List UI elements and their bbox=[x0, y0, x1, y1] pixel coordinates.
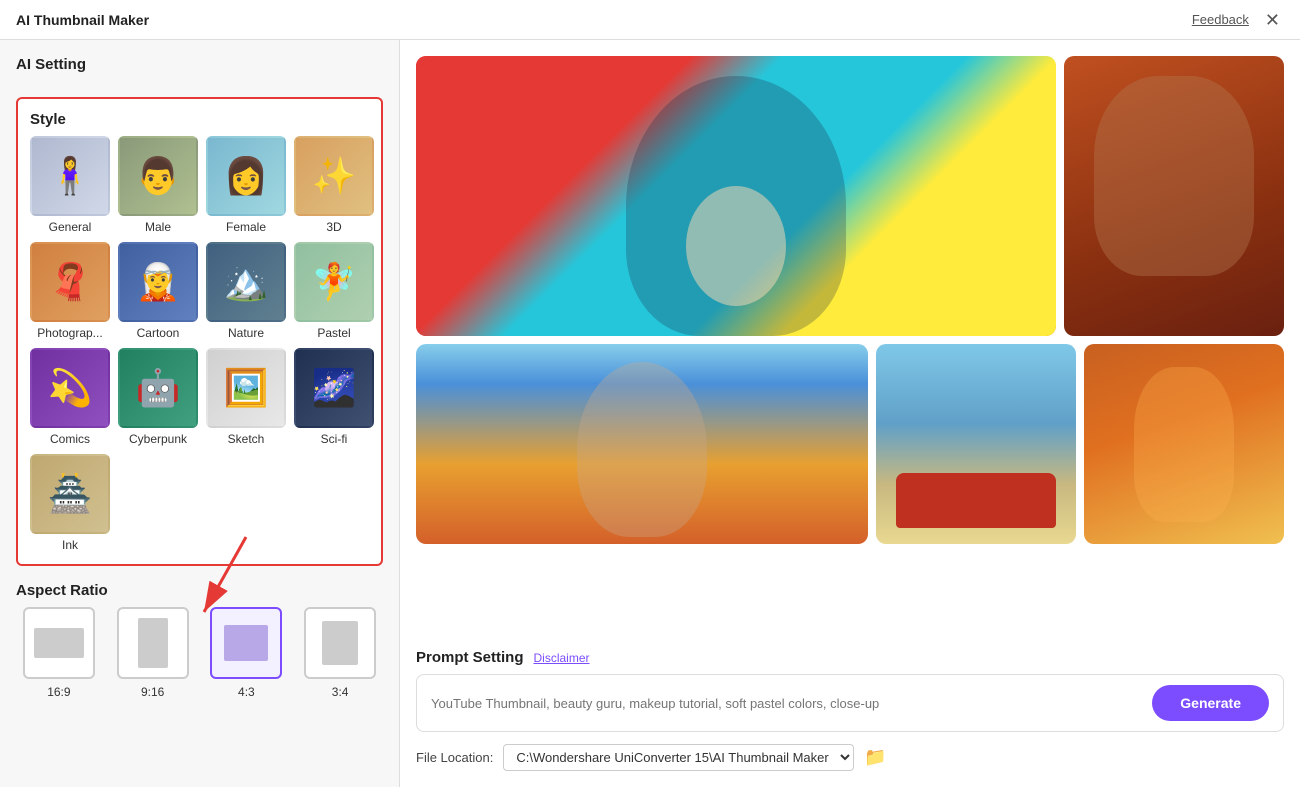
style-label-male: Male bbox=[145, 220, 171, 234]
prompt-input[interactable] bbox=[431, 696, 1142, 711]
prompt-title: Prompt Setting bbox=[416, 649, 524, 666]
style-label-scifi: Sci-fi bbox=[321, 432, 348, 446]
aspect-label-9-16: 9:16 bbox=[141, 685, 164, 699]
style-item-female[interactable]: 👩 Female bbox=[206, 136, 286, 234]
style-item-male[interactable]: 👨 Male bbox=[118, 136, 198, 234]
style-label-nature: Nature bbox=[228, 326, 264, 340]
close-button[interactable]: ✕ bbox=[1261, 9, 1284, 31]
style-item-3d[interactable]: ✨ 3D bbox=[294, 136, 374, 234]
style-item-photograph[interactable]: 🧣 Photograp... bbox=[30, 242, 110, 340]
gallery-image-main[interactable] bbox=[416, 56, 1056, 336]
aspect-thumb-9-16 bbox=[117, 607, 189, 679]
gallery-area bbox=[416, 56, 1284, 637]
style-thumb-3d: ✨ bbox=[294, 136, 374, 216]
style-label-female: Female bbox=[226, 220, 266, 234]
prompt-input-row: Generate bbox=[416, 674, 1284, 732]
style-thumb-comics: 💫 bbox=[30, 348, 110, 428]
style-item-cyberpunk[interactable]: 🤖 Cyberpunk bbox=[118, 348, 198, 446]
style-label-3d: 3D bbox=[326, 220, 341, 234]
right-panel: Prompt Setting Disclaimer Generate File … bbox=[400, 40, 1300, 787]
style-thumb-sketch: 🖼️ bbox=[206, 348, 286, 428]
aspect-label-16-9: 16:9 bbox=[47, 685, 70, 699]
style-label-sketch: Sketch bbox=[228, 432, 265, 446]
aspect-thumb-16-9 bbox=[23, 607, 95, 679]
gallery-image-anime[interactable] bbox=[1084, 344, 1284, 544]
style-thumb-female: 👩 bbox=[206, 136, 286, 216]
left-panel: AI Setting Style 🧍‍♀️ General 👨 Male bbox=[0, 40, 400, 787]
gallery-image-side[interactable] bbox=[1064, 56, 1284, 336]
style-item-ink[interactable]: 🏯 Ink bbox=[30, 454, 110, 552]
style-label-cartoon: Cartoon bbox=[137, 326, 180, 340]
style-item-cartoon[interactable]: 🧝 Cartoon bbox=[118, 242, 198, 340]
style-label-pastel: Pastel bbox=[317, 326, 350, 340]
folder-icon[interactable]: 📁 bbox=[864, 747, 886, 768]
aspect-item-9-16[interactable]: 9:16 bbox=[110, 607, 196, 699]
style-label-ink: Ink bbox=[62, 538, 78, 552]
style-thumb-general: 🧍‍♀️ bbox=[30, 136, 110, 216]
aspect-thumb-4-3 bbox=[210, 607, 282, 679]
style-label-cyberpunk: Cyberpunk bbox=[129, 432, 187, 446]
aspect-ratio-title: Aspect Ratio bbox=[16, 582, 383, 599]
style-item-nature[interactable]: 🏔️ Nature bbox=[206, 242, 286, 340]
style-thumb-cartoon: 🧝 bbox=[118, 242, 198, 322]
aspect-item-3-4[interactable]: 3:4 bbox=[297, 607, 383, 699]
aspect-item-4-3[interactable]: 4:3 bbox=[204, 607, 290, 699]
style-section: Style 🧍‍♀️ General 👨 Male bbox=[16, 97, 383, 566]
style-thumb-ink: 🏯 bbox=[30, 454, 110, 534]
file-location-row: File Location: C:\Wondershare UniConvert… bbox=[416, 744, 1284, 771]
style-label-comics: Comics bbox=[50, 432, 90, 446]
aspect-label-3-4: 3:4 bbox=[332, 685, 349, 699]
prompt-header: Prompt Setting Disclaimer bbox=[416, 649, 1284, 666]
style-item-general[interactable]: 🧍‍♀️ General bbox=[30, 136, 110, 234]
style-item-sketch[interactable]: 🖼️ Sketch bbox=[206, 348, 286, 446]
style-thumb-photograph: 🧣 bbox=[30, 242, 110, 322]
style-label-photograph: Photograp... bbox=[37, 326, 102, 340]
aspect-ratio-section: Aspect Ratio 16:9 bbox=[16, 582, 383, 699]
style-thumb-pastel: 🧚 bbox=[294, 242, 374, 322]
style-item-scifi[interactable]: 🌌 Sci-fi bbox=[294, 348, 374, 446]
titlebar: AI Thumbnail Maker Feedback ✕ bbox=[0, 0, 1300, 40]
style-thumb-scifi: 🌌 bbox=[294, 348, 374, 428]
style-label-general: General bbox=[49, 220, 92, 234]
ai-setting-title: AI Setting bbox=[16, 56, 383, 73]
app-title: AI Thumbnail Maker bbox=[16, 12, 149, 28]
style-section-title: Style bbox=[30, 111, 369, 128]
style-item-comics[interactable]: 💫 Comics bbox=[30, 348, 110, 446]
file-location-select[interactable]: C:\Wondershare UniConverter 15\AI Thumbn… bbox=[503, 744, 854, 771]
gallery-row1 bbox=[416, 56, 1284, 336]
gallery-image-girl[interactable] bbox=[416, 344, 868, 544]
aspect-item-16-9[interactable]: 16:9 bbox=[16, 607, 102, 699]
style-grid: 🧍‍♀️ General 👨 Male 👩 Female bbox=[30, 136, 369, 552]
disclaimer-link[interactable]: Disclaimer bbox=[534, 651, 590, 665]
style-thumb-cyberpunk: 🤖 bbox=[118, 348, 198, 428]
file-location-label: File Location: bbox=[416, 750, 493, 765]
style-thumb-male: 👨 bbox=[118, 136, 198, 216]
prompt-section: Prompt Setting Disclaimer Generate bbox=[416, 649, 1284, 732]
generate-button[interactable]: Generate bbox=[1152, 685, 1269, 721]
gallery-row2 bbox=[416, 344, 1284, 544]
aspect-thumb-3-4 bbox=[304, 607, 376, 679]
style-thumb-nature: 🏔️ bbox=[206, 242, 286, 322]
gallery-image-car[interactable] bbox=[876, 344, 1076, 544]
style-item-pastel[interactable]: 🧚 Pastel bbox=[294, 242, 374, 340]
aspect-ratio-grid: 16:9 9:16 4:3 bbox=[16, 607, 383, 699]
titlebar-right: Feedback ✕ bbox=[1192, 9, 1284, 31]
feedback-link[interactable]: Feedback bbox=[1192, 12, 1249, 27]
aspect-label-4-3: 4:3 bbox=[238, 685, 255, 699]
main-content: AI Setting Style 🧍‍♀️ General 👨 Male bbox=[0, 40, 1300, 787]
